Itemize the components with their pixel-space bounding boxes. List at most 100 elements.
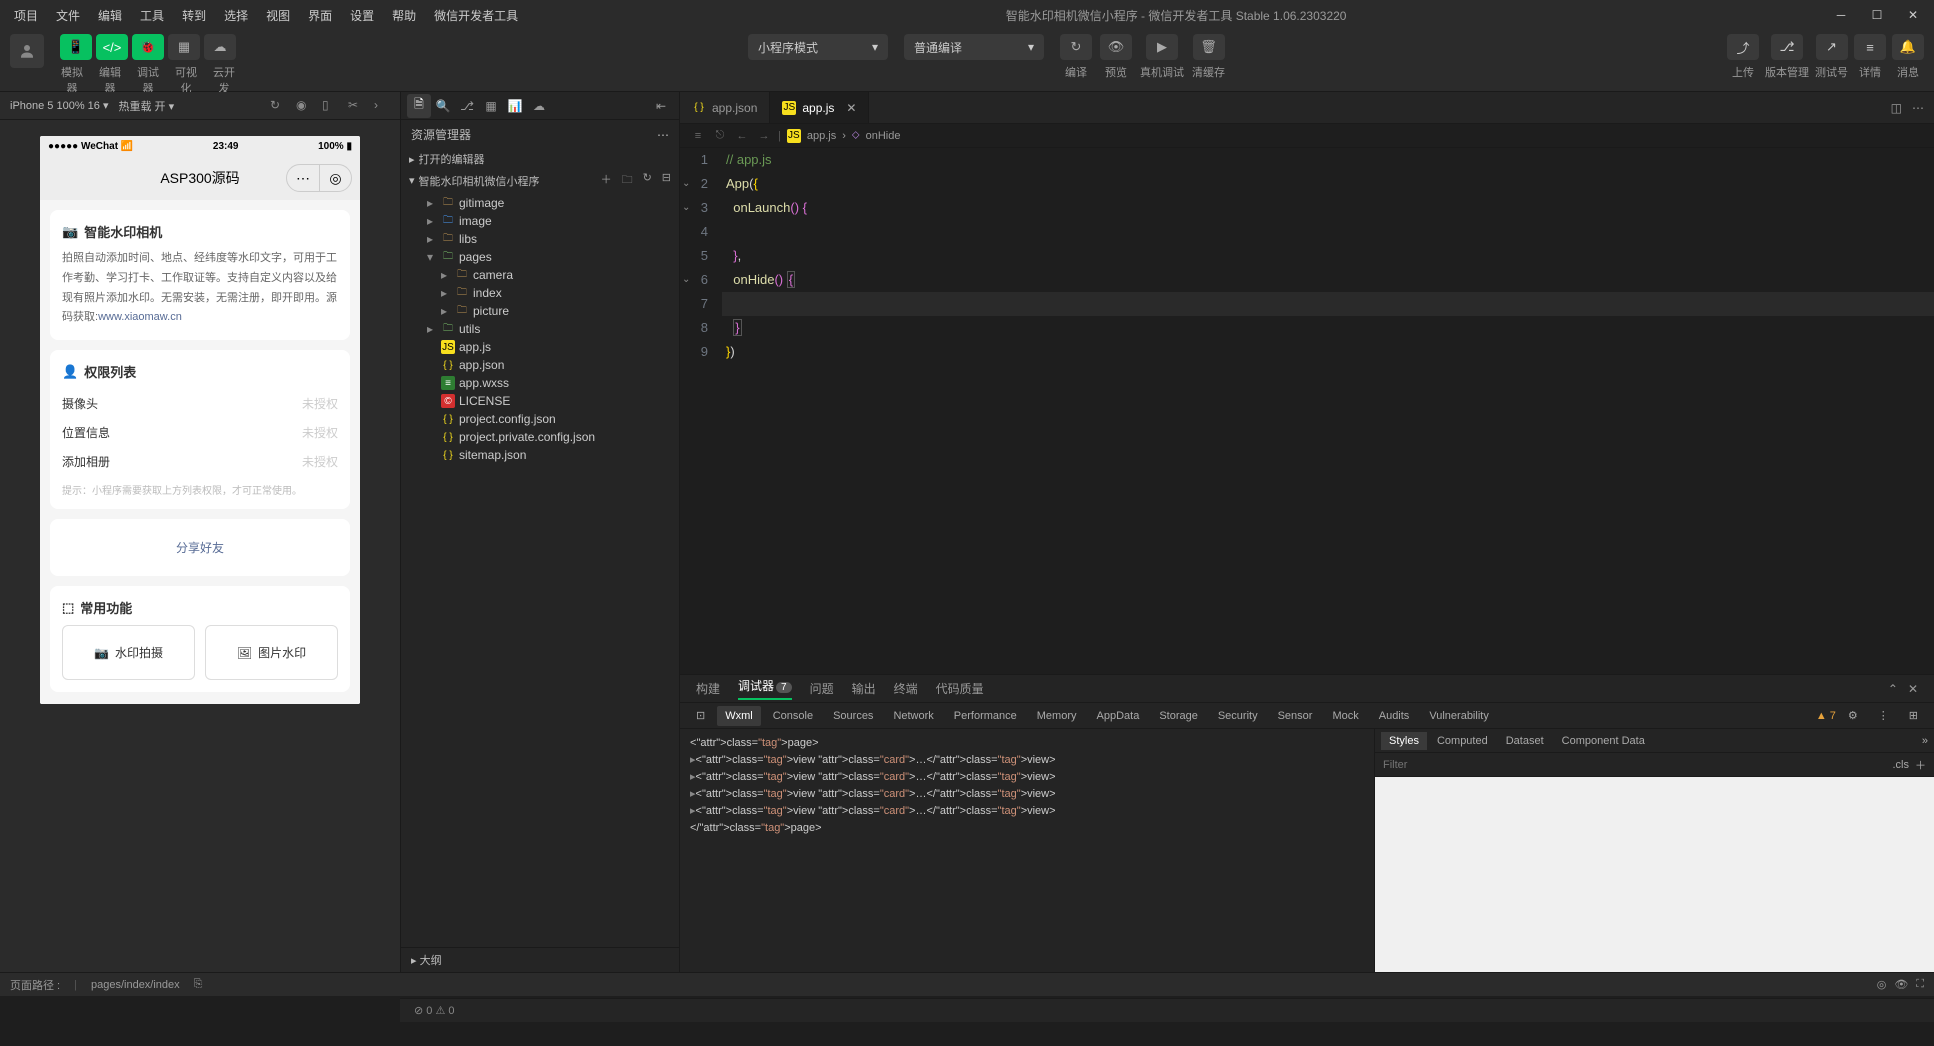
panel-performance[interactable]: Performance: [946, 706, 1025, 726]
forward-icon[interactable]: →: [756, 130, 772, 142]
dt-tab-调试器[interactable]: 调试器7: [738, 677, 792, 700]
tree-item-app.js[interactable]: JSapp.js: [401, 338, 679, 356]
mode-select[interactable]: 小程序模式▾: [748, 34, 888, 60]
visual-toggle[interactable]: ▦: [168, 34, 200, 60]
more-icon[interactable]: ›: [374, 98, 390, 114]
git-tab[interactable]: ⎇: [455, 94, 479, 118]
warnings-count[interactable]: ▲ 7: [1816, 710, 1836, 722]
dt-tab-问题[interactable]: 问题: [810, 680, 834, 697]
breadcrumb-file[interactable]: app.js: [807, 130, 836, 142]
outline-section[interactable]: 大纲: [420, 955, 442, 967]
menu-文件[interactable]: 文件: [48, 3, 88, 28]
more-icon[interactable]: »: [1922, 735, 1928, 747]
record-icon[interactable]: ◉: [296, 98, 312, 114]
element-picker[interactable]: ⊡: [688, 705, 713, 726]
cloud-toggle[interactable]: ☁: [204, 34, 236, 60]
more-icon[interactable]: ⋯: [657, 128, 669, 142]
panel-security[interactable]: Security: [1210, 706, 1266, 726]
tab-app.json[interactable]: { }app.json: [680, 92, 770, 123]
target-icon[interactable]: ◎: [1877, 978, 1887, 991]
add-style-button[interactable]: ＋: [1915, 757, 1926, 773]
side-tab-dataset[interactable]: Dataset: [1498, 732, 1552, 750]
simulator-toggle[interactable]: 📱: [60, 34, 92, 60]
editor-toggle[interactable]: </>: [96, 34, 128, 60]
chevron-up-icon[interactable]: ⌃: [1888, 682, 1898, 696]
card-share[interactable]: 分享好友: [50, 519, 350, 576]
collapse-left-icon[interactable]: ⇤: [649, 94, 673, 118]
refresh-icon[interactable]: ↻: [270, 98, 286, 114]
clear-cache-button[interactable]: 🗑: [1193, 34, 1225, 60]
refresh-icon[interactable]: ↻: [643, 171, 652, 190]
code-editor[interactable]: 12⌄3⌄456⌄789 // app.jsApp({ onLaunch() {…: [680, 148, 1934, 674]
tree-item-utils[interactable]: ▸🗀utils: [401, 320, 679, 338]
menu-选择[interactable]: 选择: [216, 3, 256, 28]
tree-item-image[interactable]: ▸🗀image: [401, 212, 679, 230]
menu-转到[interactable]: 转到: [174, 3, 214, 28]
tree-item-gitimage[interactable]: ▸🗀gitimage: [401, 194, 679, 212]
hotreload-toggle[interactable]: 热重载 开 ▾: [118, 98, 174, 114]
dt-action-icon[interactable]: ⋮: [1870, 705, 1897, 726]
new-folder-icon[interactable]: 🗀: [622, 171, 633, 190]
panel-network[interactable]: Network: [885, 706, 941, 726]
dt-tab-代码质量[interactable]: 代码质量: [936, 680, 984, 697]
device-icon[interactable]: ▯: [322, 98, 338, 114]
side-tab-component data[interactable]: Component Data: [1554, 732, 1653, 750]
analysis-tab[interactable]: 📊: [503, 94, 527, 118]
split-icon[interactable]: ◫: [1891, 101, 1902, 115]
panel-sensor[interactable]: Sensor: [1270, 706, 1321, 726]
debugger-toggle[interactable]: 🐞: [132, 34, 164, 60]
menu-工具[interactable]: 工具: [132, 3, 172, 28]
cut-icon[interactable]: ✂: [348, 98, 364, 114]
new-file-icon[interactable]: ＋: [601, 171, 612, 190]
eye-icon[interactable]: 👁: [1894, 978, 1908, 991]
tree-item-app.json[interactable]: { }app.json: [401, 356, 679, 374]
remote-debug-button[interactable]: ▶: [1146, 34, 1178, 60]
watermark-shoot-button[interactable]: 📷水印拍摄: [62, 625, 195, 680]
device-select[interactable]: iPhone 5 100% 16 ▾: [10, 99, 108, 112]
capsule-close[interactable]: ◎: [319, 165, 351, 191]
tree-item-sitemap.json[interactable]: { }sitemap.json: [401, 446, 679, 464]
side-tab-styles[interactable]: Styles: [1381, 732, 1427, 750]
panel-mock[interactable]: Mock: [1324, 706, 1366, 726]
version-button[interactable]: ⎇: [1771, 34, 1803, 60]
breadcrumb-symbol[interactable]: onHide: [866, 130, 901, 142]
tree-item-LICENSE[interactable]: ©LICENSE: [401, 392, 679, 410]
project-section[interactable]: 智能水印相机微信小程序: [419, 173, 540, 189]
tree-item-libs[interactable]: ▸🗀libs: [401, 230, 679, 248]
page-path[interactable]: pages/index/index: [91, 979, 180, 991]
capsule-menu[interactable]: ⋯: [287, 165, 319, 191]
testno-button[interactable]: ↗: [1816, 34, 1848, 60]
collapse-icon[interactable]: ⊟: [662, 171, 671, 190]
tab-app.js[interactable]: JSapp.js✕: [770, 92, 869, 123]
panel-memory[interactable]: Memory: [1029, 706, 1085, 726]
dt-tab-输出[interactable]: 输出: [852, 680, 876, 697]
close-icon[interactable]: ✕: [846, 101, 856, 115]
panel-appdata[interactable]: AppData: [1089, 706, 1148, 726]
dt-action-icon[interactable]: ⚙: [1840, 705, 1866, 726]
tree-item-camera[interactable]: ▸🗀camera: [401, 266, 679, 284]
menu-设置[interactable]: 设置: [342, 3, 382, 28]
menu-编辑[interactable]: 编辑: [90, 3, 130, 28]
explorer-tab[interactable]: 🗎: [407, 94, 431, 118]
menu-微信开发者工具[interactable]: 微信开发者工具: [426, 3, 526, 28]
close-button[interactable]: ✕: [1898, 3, 1928, 27]
menu-帮助[interactable]: 帮助: [384, 3, 424, 28]
dt-tab-终端[interactable]: 终端: [894, 680, 918, 697]
side-tab-computed[interactable]: Computed: [1429, 732, 1496, 750]
panel-audits[interactable]: Audits: [1371, 706, 1418, 726]
bookmark-icon[interactable]: ⎋: [712, 129, 728, 142]
dt-tab-构建[interactable]: 构建: [696, 680, 720, 697]
preview-button[interactable]: 👁: [1100, 34, 1132, 60]
wxml-tree[interactable]: <"attr">class="tag">page> ▸<"attr">class…: [680, 729, 1374, 972]
more-icon[interactable]: ⋯: [1912, 101, 1924, 115]
menu-视图[interactable]: 视图: [258, 3, 298, 28]
cls-toggle[interactable]: .cls: [1893, 759, 1910, 771]
avatar[interactable]: [10, 34, 44, 68]
close-icon[interactable]: ✕: [1908, 682, 1918, 696]
styles-filter-input[interactable]: [1383, 759, 1887, 771]
source-link[interactable]: www.xiaomaw.cn: [98, 311, 182, 323]
compile-select[interactable]: 普通编译▾: [904, 34, 1044, 60]
message-button[interactable]: 🔔: [1892, 34, 1924, 60]
upload-button[interactable]: ⤴: [1727, 34, 1759, 60]
minimize-button[interactable]: ─: [1826, 3, 1856, 27]
